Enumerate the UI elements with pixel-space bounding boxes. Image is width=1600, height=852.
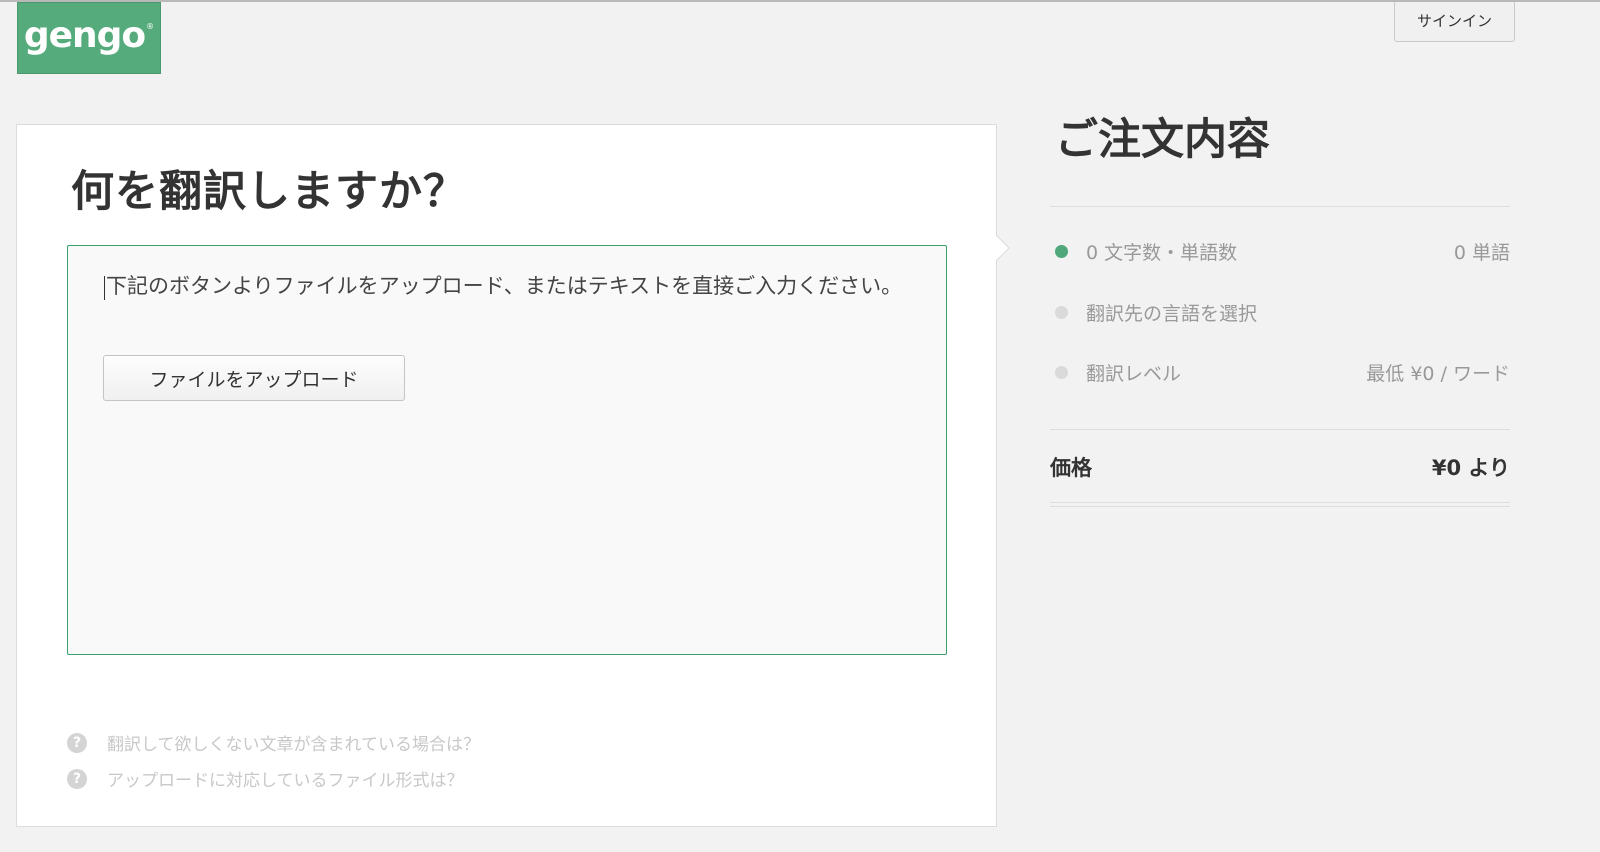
question-icon: ? [67,732,87,753]
gengo-logo[interactable]: gengo ® [17,2,161,74]
summary-row-value: 最低 ¥0 / ワード [1366,363,1510,385]
text-input-area[interactable] [67,245,947,655]
page-heading: 何を翻訳しますか？ [71,167,467,217]
help-link-excluded-text[interactable]: ? 翻訳して欲しくない文章が含まれている場合は？ [67,730,480,755]
upload-file-button[interactable]: ファイルをアップロード [103,355,405,401]
text-caret [104,276,105,300]
summary-row-word-count: 0 文字数・単語数 0 単語 [1055,238,1510,265]
status-dot-inactive [1055,366,1068,379]
summary-row-quality-level: 翻訳レベル 最低 ¥0 / ワード [1055,359,1510,386]
divider [1050,429,1510,430]
text-input-placeholder: 下記のボタンよりファイルをアップロード、またはテキストを直接ご入力ください。 [106,274,903,298]
price-value: ¥0 より [1431,456,1510,480]
divider [1050,502,1510,503]
summary-row-label: 0 文字数・単語数 [1086,242,1238,264]
window-top-border [0,0,1600,2]
help-link-file-formats[interactable]: ? アップロードに対応しているファイル形式は？ [67,766,464,791]
summary-row-target-language: 翻訳先の言語を選択 [1055,299,1510,326]
logo-text: gengo [23,14,146,56]
status-dot-inactive [1055,306,1068,319]
order-summary-title: ご注文内容 [1055,115,1270,165]
help-link-label: 翻訳して欲しくない文章が含まれている場合は？ [107,735,480,755]
status-dot-active [1055,245,1068,258]
registered-mark: ® [146,21,155,31]
signin-button[interactable]: サインイン [1394,2,1515,42]
divider [1050,206,1510,207]
summary-row-value: 0 単語 [1453,242,1510,264]
price-row: 価格 ¥0 より [1050,452,1510,482]
summary-row-label: 翻訳レベル [1086,363,1182,385]
summary-row-label: 翻訳先の言語を選択 [1086,303,1258,325]
divider [1050,506,1510,507]
question-icon: ? [67,768,87,789]
help-link-label: アップロードに対応しているファイル形式は？ [107,771,464,791]
price-label: 価格 [1050,456,1092,480]
